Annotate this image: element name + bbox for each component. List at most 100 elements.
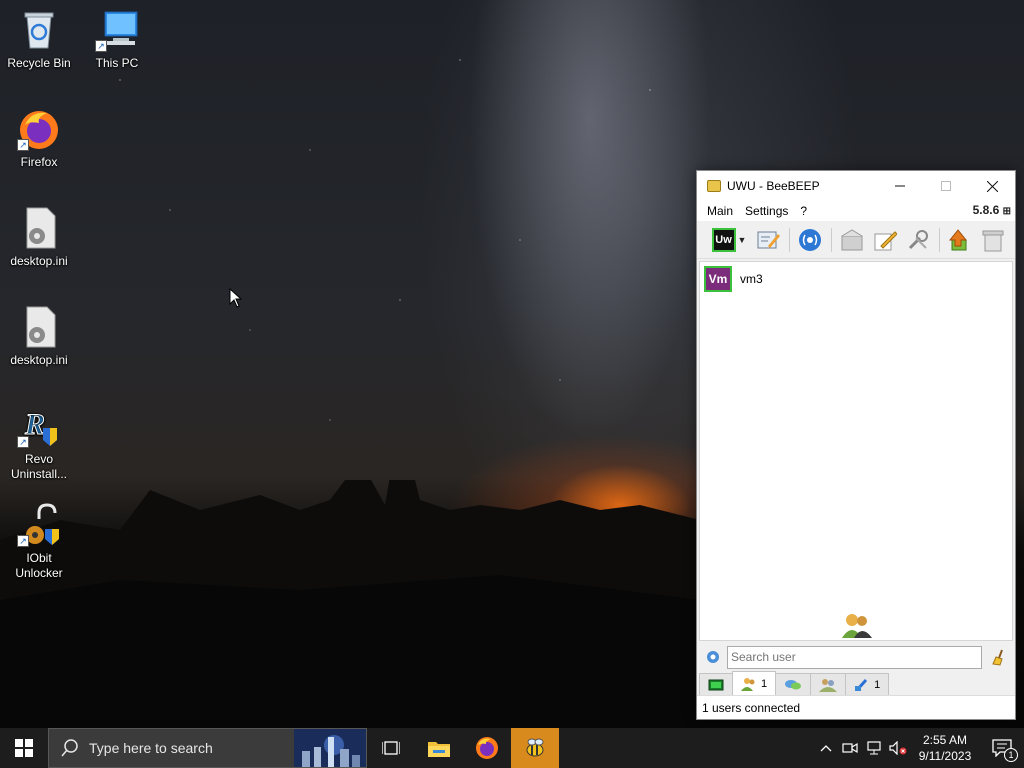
desktop-icon-this-pc[interactable]: ↗ This PC [79,8,155,71]
broom-clear-icon[interactable] [990,648,1008,666]
edit-profile-button[interactable] [754,226,782,254]
menu-help[interactable]: ? [794,204,813,218]
update-button[interactable] [946,226,974,254]
file-share-icon [855,678,868,691]
beebeep-app-icon [707,180,721,192]
desktop-icon-label: desktop.ini [10,353,68,367]
toolbar-separator [831,227,832,252]
envelope-icon [841,228,863,250]
revo-uninstaller-icon: R ↗ [17,404,61,448]
gear-icon[interactable] [705,649,721,665]
system-tray: 2:55 AM 9/11/2023 1 [814,728,1024,768]
status-button[interactable]: Uw ▼ [709,226,749,254]
menu-main[interactable]: Main [701,204,739,218]
clock-date: 9/11/2023 [918,749,972,763]
minimize-button[interactable] [877,171,923,201]
notification-badge: 1 [1004,748,1018,762]
pencil-note-icon [874,230,897,250]
mouse-cursor-icon [229,288,243,308]
desktop-icon-desktop-ini-1[interactable]: desktop.ini [1,206,77,269]
show-hidden-icons-button[interactable] [814,744,838,752]
desktop-icon-label: Revo Uninstall... [10,452,68,481]
main-toolbar: Uw ▼ [697,221,1015,259]
desktop-icon-desktop-ini-2[interactable]: desktop.ini [1,305,77,368]
menu-settings[interactable]: Settings [739,204,794,218]
version-number: 5.8.6 [972,203,1000,217]
action-center-button[interactable]: 1 [980,728,1024,768]
maximize-button[interactable] [923,171,969,201]
monitor-icon [708,679,724,690]
recycle-bin-icon [17,8,61,52]
shortcut-arrow-icon: ↗ [17,436,29,448]
desktop-icon-recycle-bin[interactable]: Recycle Bin [1,8,77,71]
list-item[interactable]: Vm vm3 [700,262,1012,296]
firefox-taskbar-button[interactable] [463,728,511,768]
chat-bubbles-icon [785,679,802,689]
desktop-icon-revo-uninstaller[interactable]: R ↗ Revo Uninstall... [1,404,77,482]
search-highlight-image-icon [294,729,366,767]
search-bar [699,643,1013,671]
taskbar: Type here to search 2:55 AM 9/11/2023 1 [0,728,1024,768]
desktop-icon-label: desktop.ini [10,254,68,268]
tab-home[interactable] [699,673,733,695]
tab-chats[interactable] [775,673,812,695]
search-icon [61,739,78,757]
chevron-down-icon: ▼ [737,234,747,245]
clear-button[interactable] [979,226,1007,254]
network-broadcast-icon [799,228,821,251]
shortcut-arrow-icon: ↗ [17,139,29,151]
maximize-icon [941,181,951,191]
settings-file-icon [17,206,61,250]
toolbar-separator [789,227,790,252]
tab-groups[interactable] [810,673,847,695]
toolbar-separator [939,227,940,252]
file-explorer-taskbar-button[interactable] [415,728,463,768]
tab-file-sharing[interactable]: 1 [845,673,890,695]
desktop-icon-firefox[interactable]: ↗ Firefox [1,107,77,170]
shortcut-arrow-icon: ↗ [17,535,29,547]
camera-icon [842,742,858,754]
volume-muted-icon [889,741,907,755]
window-title: UWU - BeeBEEP [727,179,820,193]
connection-status: 1 users connected [702,700,801,715]
windows-logo-icon [15,739,33,757]
meet-now-button[interactable] [838,741,862,755]
tab-users[interactable]: 1 [732,671,777,695]
edit-profile-icon [757,231,780,248]
shortcut-arrow-icon: ↗ [95,40,107,52]
users-icon [741,677,755,691]
windows-flag-icon: ⊞ [1002,206,1011,217]
bee-icon [526,738,544,757]
task-view-button[interactable] [367,728,415,768]
tab-count: 1 [874,678,881,691]
send-message-button[interactable] [838,226,866,254]
window-titlebar[interactable]: UWU - BeeBEEP [697,171,1015,201]
chevron-up-icon [820,745,832,752]
volume-tray-button[interactable] [886,741,910,755]
network-tray-button[interactable] [862,741,886,755]
close-icon [986,180,998,192]
settings-file-icon [17,305,61,349]
tools-button[interactable] [904,226,932,254]
desktop-icon-iobit-unlocker[interactable]: ↗ IObit Unlocker [1,503,77,581]
firefox-icon [476,737,498,759]
unlocker-icon: ↗ [17,503,61,547]
network-button[interactable] [796,226,824,254]
task-view-icon [382,741,400,755]
close-button[interactable] [969,171,1015,201]
user-list[interactable]: Vm vm3 [699,261,1013,641]
beebeep-taskbar-button[interactable] [511,728,559,768]
write-note-button[interactable] [871,226,899,254]
avatar: Vm [704,266,732,292]
search-user-input[interactable] [727,645,982,669]
start-button[interactable] [0,728,48,768]
taskbar-search-box[interactable]: Type here to search [48,728,367,768]
firefox-icon: ↗ [17,107,61,151]
status-badge: Uw [711,227,736,252]
desktop-icon-label: This PC [95,56,139,70]
group-icon [819,678,838,692]
folder-icon [428,742,450,757]
taskbar-clock[interactable]: 2:55 AM 9/11/2023 [910,732,980,764]
beebeep-window[interactable]: UWU - BeeBEEP Main Settings ? 5.8.6 ⊞ Uw… [696,170,1016,720]
menu-bar: Main Settings ? 5.8.6 ⊞ [697,201,1015,221]
